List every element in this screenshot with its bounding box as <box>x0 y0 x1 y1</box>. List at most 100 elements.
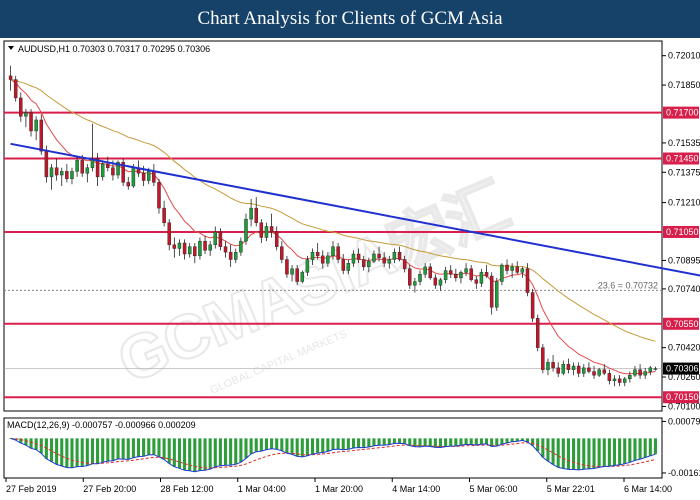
candle-body <box>274 231 279 247</box>
candle-body <box>500 264 504 282</box>
ma-fast-line <box>10 79 656 375</box>
macd-histogram-bar <box>454 438 458 447</box>
macd-histogram-bar <box>136 438 141 457</box>
macd-histogram-bar <box>90 438 94 464</box>
candle-body <box>193 246 197 257</box>
candle-body <box>331 246 335 257</box>
candle-body <box>367 261 371 268</box>
candle-body <box>546 362 550 370</box>
chart-banner: Chart Analysis for Clients of GCM Asia <box>0 0 700 38</box>
macd-histogram-bar <box>341 438 345 450</box>
macd-histogram-bar <box>403 438 407 444</box>
macd-histogram-bar <box>223 438 228 466</box>
collapse-arrow-icon[interactable] <box>8 46 14 50</box>
candle-body <box>157 182 161 209</box>
chart-area: GCMASIA宏汇 GLOBAL CAPITAL MARKETS 0.71700… <box>0 38 700 500</box>
candle-body <box>208 244 212 251</box>
macd-histogram-bar <box>285 438 289 454</box>
candle-body <box>295 268 299 282</box>
y-tick-label: 0.70895 <box>668 255 700 265</box>
macd-histogram-bar <box>592 438 596 469</box>
macd-histogram-bar <box>336 438 340 450</box>
macd-histogram-bar <box>121 438 125 460</box>
macd-histogram-bar <box>183 438 187 471</box>
macd-histogram-bar <box>587 438 591 469</box>
candle-body <box>571 365 576 370</box>
macd-histogram-bar <box>479 438 483 445</box>
macd-histogram-bar <box>326 438 330 452</box>
candle-body <box>643 371 647 376</box>
macd-histogram-bar <box>157 438 161 457</box>
macd-histogram-bar <box>638 438 642 460</box>
macd-histogram-bar <box>612 438 617 466</box>
candle-body <box>141 173 146 181</box>
candle-body <box>239 240 243 253</box>
candle-body <box>60 171 64 176</box>
macd-histogram-bar <box>351 438 356 449</box>
macd-histogram-bar <box>60 438 64 467</box>
macd-histogram-bar <box>75 438 79 467</box>
macd-histogram-bar <box>111 438 115 461</box>
candle-body <box>382 257 386 264</box>
candle-body <box>106 163 110 168</box>
candle-body <box>126 182 131 187</box>
candle-body <box>515 266 519 273</box>
macd-histogram-bar <box>162 438 166 460</box>
candle-body <box>617 378 622 383</box>
y-tick-label: 0.71535 <box>668 138 700 148</box>
macd-histogram-bar <box>310 438 315 455</box>
candle-body <box>54 167 59 176</box>
macd-tick-label: -0.001615 <box>668 468 700 478</box>
candle-body <box>484 272 489 277</box>
candle-body <box>65 171 69 179</box>
candle-body <box>182 242 187 255</box>
candle-body <box>75 160 79 172</box>
macd-histogram-bar <box>126 438 130 460</box>
macd-histogram-bar <box>551 438 555 465</box>
macd-histogram-bar <box>239 438 243 463</box>
candle-body <box>597 369 601 376</box>
macd-histogram-bar <box>444 438 448 447</box>
candle-body <box>505 264 509 271</box>
candle-body <box>479 272 484 284</box>
macd-histogram-bar <box>188 438 192 471</box>
macd-histogram-bar <box>275 438 279 450</box>
candle-body <box>285 259 289 275</box>
x-tick-label: 27 Feb 2019 <box>6 484 57 494</box>
candle-body <box>326 255 330 264</box>
candle-body <box>244 218 248 242</box>
candle-body <box>39 119 44 152</box>
candle-body <box>495 281 499 308</box>
candle-body <box>131 167 136 187</box>
macd-histogram-bar <box>618 438 622 465</box>
macd-histogram-bar <box>469 438 473 445</box>
candle-body <box>356 253 361 260</box>
macd-histogram-bar <box>316 438 320 453</box>
x-tick-label: 6 Mar 14:00 <box>624 484 672 494</box>
candle-body <box>315 251 320 257</box>
candle-body <box>280 246 284 260</box>
candle-body <box>44 150 49 178</box>
macd-histogram-bar <box>244 438 248 459</box>
candle-body <box>187 246 192 255</box>
candle-body <box>413 281 417 286</box>
macd-histogram-bar <box>459 438 463 446</box>
candle-body <box>612 378 617 381</box>
macd-histogram-bar <box>597 438 601 468</box>
candle-body <box>561 363 566 374</box>
candle-body <box>223 246 228 253</box>
macd-histogram-bar <box>577 438 581 470</box>
macd-histogram-bar <box>423 438 427 447</box>
watermark-main: GCMASIA宏汇 <box>109 171 520 397</box>
candle-body <box>24 112 28 117</box>
y-tick-label: 0.70260 <box>668 372 700 382</box>
candle-body <box>162 207 166 223</box>
candle-body <box>346 262 351 271</box>
candle-body <box>198 240 202 257</box>
macd-histogram-bar <box>346 438 350 450</box>
macd-histogram-bar <box>96 438 100 464</box>
candle-body <box>648 367 653 372</box>
symbol-info: AUDUSD,H1 0.70303 0.70317 0.70295 0.7030… <box>18 44 210 54</box>
candle-body <box>535 318 540 348</box>
candle-body <box>443 270 448 280</box>
